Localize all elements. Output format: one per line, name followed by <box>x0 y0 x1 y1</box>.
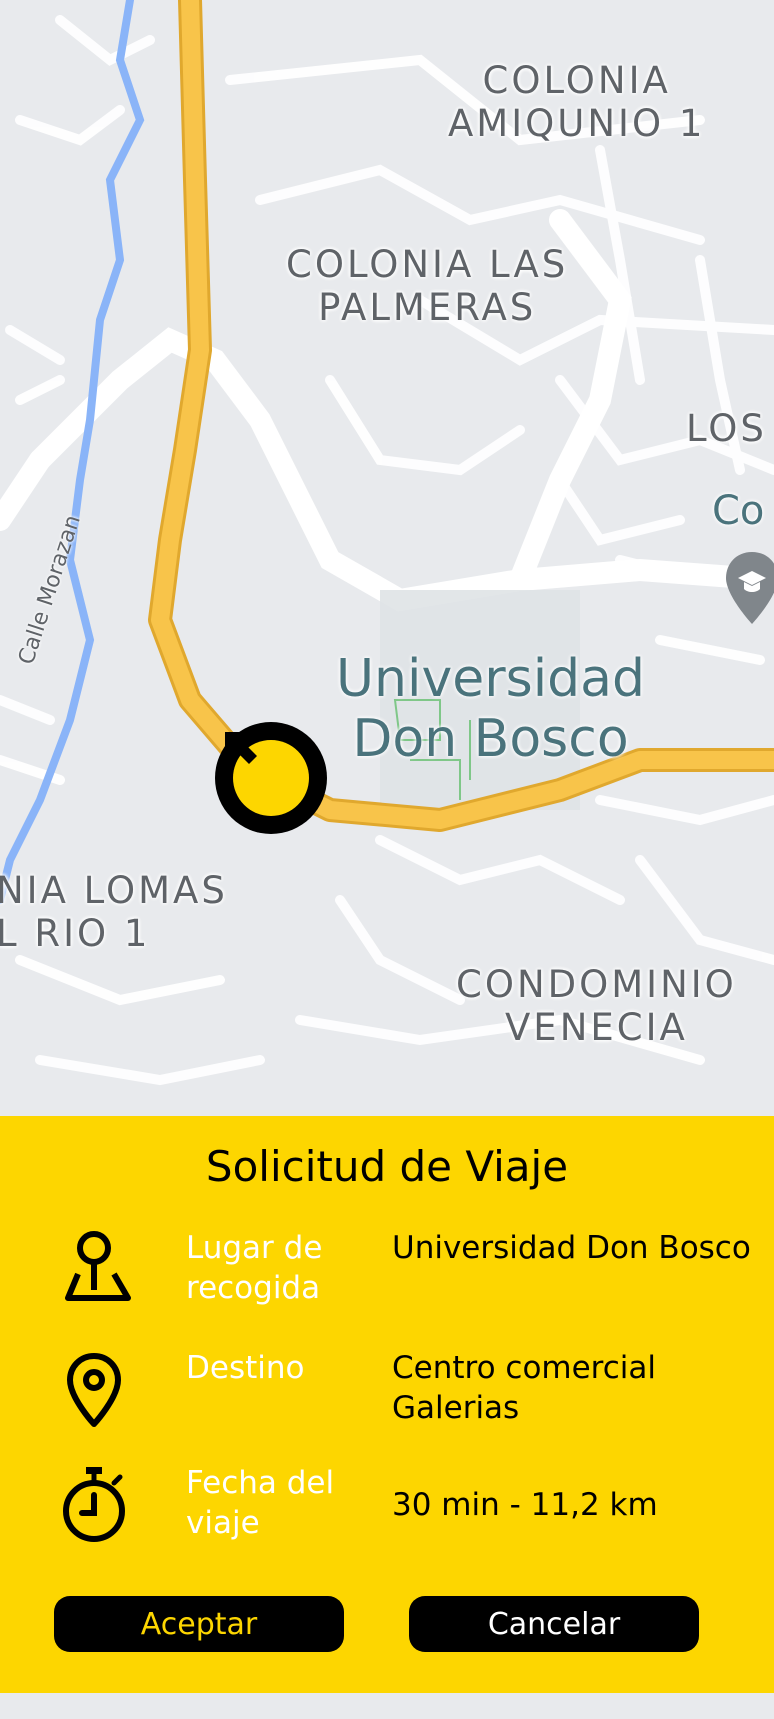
destination-label: Destino <box>186 1350 305 1386</box>
pickup-label: Lugar de recogida <box>186 1230 323 1307</box>
panel-title: Solicitud de Viaje <box>205 1142 569 1191</box>
poi-label-partial: Co <box>712 488 765 534</box>
cancel-button[interactable]: Cancelar <box>409 1596 699 1652</box>
pickup-value: Universidad Don Bosco <box>392 1230 751 1266</box>
map-label-condominio-venecia: CONDOMINIO VENECIA <box>456 963 737 1049</box>
map-label-lomas-del-rio: NIA LOMAS L RIO 1 <box>0 869 228 955</box>
stopwatch-icon <box>52 1463 136 1547</box>
accept-button[interactable]: Aceptar <box>54 1596 344 1652</box>
poi-label-universidad-don-bosco[interactable]: Universidad Don Bosco <box>336 649 645 770</box>
map-label-los: LOS <box>686 407 767 450</box>
trip-request-panel: Solicitud de Viaje Lugar de recogida Uni… <box>0 1116 774 1693</box>
map-label-colonia-amiqunio: COLONIA AMIQUNIO 1 <box>448 59 706 145</box>
navigation-arrow-icon[interactable] <box>215 722 327 834</box>
map-bottom-strip <box>0 1693 774 1719</box>
map-pin-icon <box>52 1348 136 1432</box>
destination-value: Centro comercial Galerias <box>392 1350 657 1427</box>
trip-date-value: 30 min - 11,2 km <box>392 1487 658 1523</box>
school-pin-icon[interactable] <box>722 548 774 628</box>
map-label-colonia-las-palmeras: COLONIA LAS PALMERAS <box>286 243 569 329</box>
trip-date-label: Fecha del viaje <box>186 1465 335 1542</box>
pickup-location-icon <box>52 1228 136 1312</box>
trip-request-screen: COLONIA AMIQUNIO 1 COLONIA LAS PALMERAS … <box>0 0 774 1719</box>
